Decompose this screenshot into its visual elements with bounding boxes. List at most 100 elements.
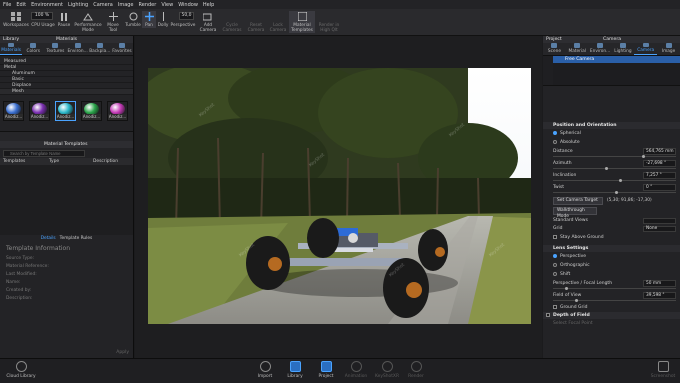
animation-button[interactable]: Animation (343, 361, 369, 379)
render-button[interactable]: Render (405, 361, 427, 379)
distance-slider[interactable] (553, 155, 676, 158)
material-swatch[interactable]: Anodiz... (107, 101, 128, 121)
tab-icon (8, 43, 15, 47)
tab-3[interactable]: Lighting (611, 43, 634, 55)
menu-item-render[interactable]: Render (139, 2, 157, 8)
add-camera-button[interactable]: Add Camera (198, 11, 218, 33)
keyshotxr-button[interactable]: KeyShotXR (373, 361, 401, 379)
dolly-button[interactable]: Dolly (156, 11, 170, 28)
inclination-slider[interactable] (553, 179, 676, 182)
tab-2[interactable]: Environ... (589, 43, 612, 55)
select-focal-point[interactable]: Select Focal Point (543, 319, 680, 328)
menu-item-window[interactable]: Window (178, 2, 198, 8)
tab-1[interactable]: Colors (22, 43, 44, 55)
tab-label: Scene (547, 49, 561, 54)
slider-handle[interactable] (641, 155, 645, 158)
performance-mode-button[interactable]: Performance Mode (74, 11, 102, 33)
template-field-label: Material Reference: (6, 264, 49, 269)
cycle-cameras-button[interactable]: Cycle Cameras (221, 11, 243, 33)
render-scene[interactable]: KeyShot KeyShot KeyShot KeyShot KeyShot … (148, 68, 531, 324)
pan-button[interactable]: Pan (142, 11, 156, 28)
tab-details[interactable]: Details (41, 235, 56, 242)
move-tool-button[interactable]: Move Tool (104, 11, 122, 33)
checkbox-icon[interactable] (546, 313, 550, 317)
slider-handle[interactable] (619, 179, 623, 182)
slider-handle[interactable] (614, 191, 618, 194)
project-button[interactable]: Project (316, 361, 336, 379)
tab-0[interactable]: Scene (543, 43, 566, 55)
tree-item[interactable]: Mesh (0, 89, 133, 95)
distance-field[interactable]: 564,765 mm (643, 148, 676, 155)
shift-radio[interactable]: Shift (543, 270, 680, 279)
radio-on-icon (553, 253, 557, 258)
grid-select[interactable]: None (643, 226, 676, 232)
tab-3[interactable]: Environ... (67, 43, 89, 55)
menu-item-view[interactable]: View (161, 2, 173, 8)
absolute-radio[interactable]: Absolute (543, 138, 680, 147)
menu-item-camera[interactable]: Camera (93, 2, 113, 8)
menu-item-image[interactable]: Image (118, 2, 134, 8)
tab-icon (642, 43, 649, 47)
material-swatch[interactable]: Anodiz... (3, 101, 24, 121)
material-swatch[interactable]: Anodiz... (29, 101, 50, 121)
set-camera-target-button[interactable]: Set Camera Target (553, 197, 603, 205)
stay-above-ground-checkbox[interactable]: Stay Above Ground (543, 233, 680, 242)
tab-4[interactable]: Camera (634, 43, 658, 55)
apply-button[interactable]: Apply (116, 350, 129, 355)
library-button[interactable]: Library (285, 361, 305, 379)
menu-item-lighting[interactable]: Lighting (68, 2, 88, 8)
orthographic-radio[interactable]: Orthographic (543, 261, 680, 270)
dof-section-header[interactable]: Depth of Field (543, 312, 680, 319)
menu-item-file[interactable]: File (3, 2, 11, 8)
lens-section-header[interactable]: Lens Settings (543, 245, 680, 252)
spherical-radio[interactable]: Spherical (543, 129, 680, 138)
template-search-input[interactable] (3, 150, 85, 157)
tab-1[interactable]: Material (566, 43, 589, 55)
menu-item-help[interactable]: Help (203, 2, 214, 8)
screenshot-button[interactable]: Screenshot (648, 361, 678, 379)
tab-2[interactable]: Textures (44, 43, 66, 55)
walkthrough-button[interactable]: Walkthrough Mode (553, 207, 597, 219)
render-hq-button[interactable]: Render in High Qlt (316, 11, 342, 33)
slider-handle[interactable] (565, 287, 569, 290)
fov-field[interactable]: 50,0 (179, 12, 194, 20)
twist-field[interactable]: 0 ° (643, 184, 676, 191)
grid-row: Grid None (543, 225, 680, 233)
inclination-field[interactable]: 7,257 ° (643, 172, 676, 179)
fov-slider[interactable] (553, 299, 676, 302)
material-swatch[interactable]: Anodiz... (81, 101, 102, 121)
twist-slider[interactable] (553, 191, 676, 194)
tab-icon (597, 43, 604, 48)
fov-field[interactable]: 39,598 ° (643, 292, 676, 299)
import-button[interactable]: Import (256, 361, 274, 379)
tab-5[interactable]: Image (657, 43, 680, 55)
pause-button[interactable]: Pause (56, 11, 72, 28)
tab-4[interactable]: Backpla... (89, 43, 111, 55)
menu-item-environment[interactable]: Environment (31, 2, 63, 8)
workspaces-button[interactable]: Workspaces (3, 11, 29, 28)
material-templates-button[interactable]: Material Templates (289, 11, 315, 33)
slider-handle[interactable] (604, 167, 608, 170)
focal-slider[interactable] (553, 287, 676, 290)
tab-0[interactable]: Materials (0, 43, 23, 55)
reset-camera-button[interactable]: Reset Camera (245, 11, 267, 33)
slider-handle[interactable] (575, 299, 579, 302)
tumble-button[interactable]: Tumble (124, 11, 142, 28)
material-swatch[interactable]: Anodiz... (55, 101, 76, 121)
cpu-usage-field[interactable]: 100 % (31, 12, 53, 20)
camera-list-item[interactable]: Free Camera (553, 56, 680, 63)
cloud-library-button[interactable]: Cloud Library (4, 361, 38, 379)
standard-views-select[interactable] (643, 218, 676, 224)
tab-template-rules[interactable]: Template Rules (60, 235, 93, 242)
lock-camera-button[interactable]: Lock Camera (268, 11, 288, 33)
ground-grid-checkbox[interactable]: Ground Grid (543, 303, 680, 312)
tab-icon (74, 43, 81, 48)
azimuth-slider[interactable] (553, 167, 676, 170)
menu-item-edit[interactable]: Edit (16, 2, 26, 8)
position-section-header[interactable]: Position and Orientation (543, 122, 680, 129)
tab-5[interactable]: Favorites (111, 43, 133, 55)
focal-length-field[interactable]: 50 mm (643, 280, 676, 287)
azimuth-field[interactable]: -27,698 ° (643, 160, 676, 167)
right-panel: Project Camera Scene Material Environ... Lig… (543, 36, 680, 358)
perspective-radio[interactable]: Perspective (543, 252, 680, 261)
